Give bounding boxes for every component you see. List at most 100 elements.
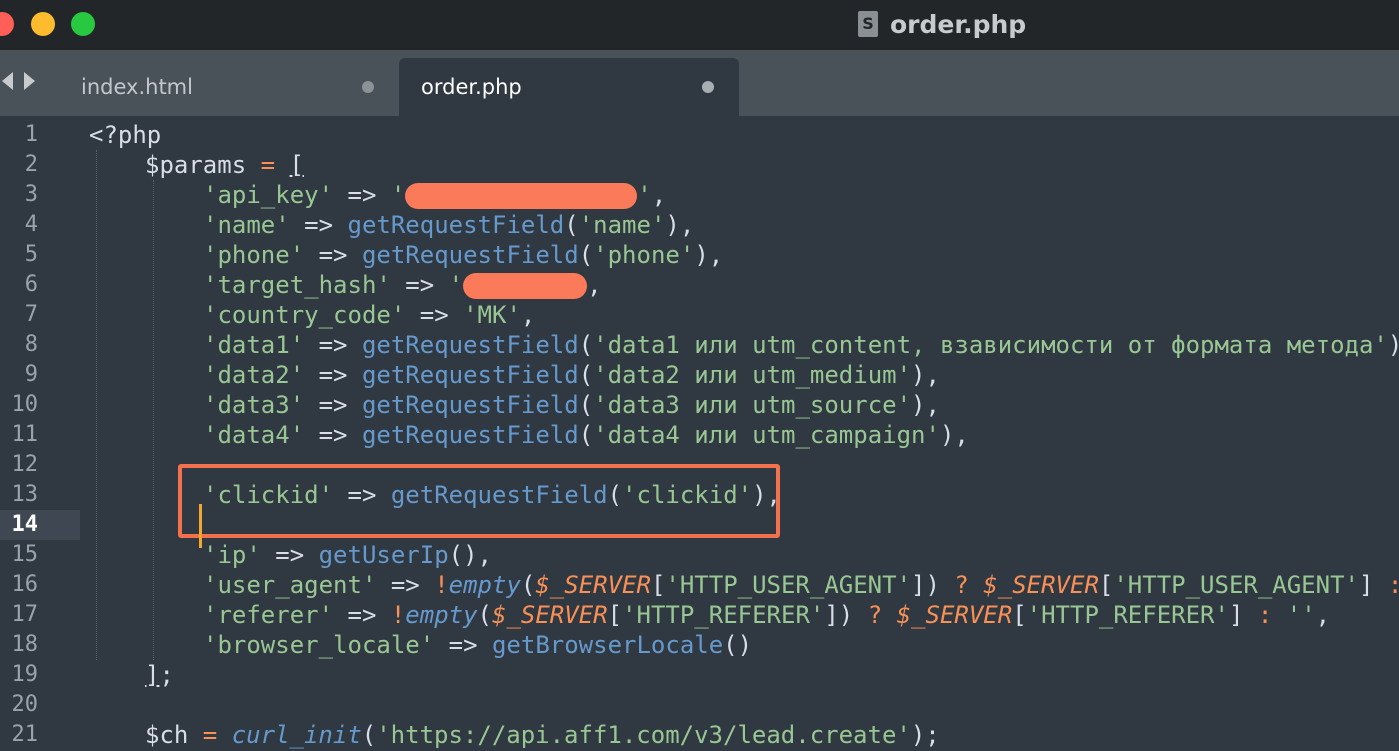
string: 'referer' xyxy=(203,601,334,629)
title-bar: S order.php xyxy=(0,0,1399,50)
code-line[interactable]: <?php xyxy=(89,120,161,150)
redaction-mark xyxy=(463,273,588,299)
function: getRequestField xyxy=(347,211,565,239)
function: getRequestField xyxy=(361,421,579,449)
minimize-button[interactable] xyxy=(31,12,55,36)
string: 'data3 или utm_source' xyxy=(593,391,912,419)
string: 'browser_locale' xyxy=(203,631,435,659)
code-line[interactable]: ]; xyxy=(145,660,174,690)
code-line[interactable]: 'phone' => getRequestField('phone'), xyxy=(203,240,723,270)
unsaved-dot-icon[interactable] xyxy=(362,81,374,93)
operator: => xyxy=(304,241,362,269)
code-line[interactable]: $params = [ xyxy=(145,150,304,180)
function: getBrowserLocale xyxy=(491,631,724,659)
string: 'data2 или utm_medium' xyxy=(593,361,912,389)
close-button[interactable] xyxy=(0,12,14,36)
superglobal: $_SERVER xyxy=(983,571,1099,599)
code-line[interactable]: 'data2' => getRequestField('data2 или ut… xyxy=(203,360,940,390)
string: ' xyxy=(390,181,406,209)
superglobal: $_SERVER xyxy=(492,601,608,629)
operator: ? xyxy=(853,601,897,629)
line-number: 11 xyxy=(11,422,39,447)
code-line[interactable]: 'data3' => getRequestField('data3 или ut… xyxy=(203,390,940,420)
string: 'country_code' xyxy=(203,301,406,329)
tab-back-icon[interactable] xyxy=(2,72,13,90)
operator: => xyxy=(333,181,391,209)
operator: = xyxy=(188,721,232,749)
operator: => xyxy=(304,391,362,419)
line-number: 12 xyxy=(11,452,39,477)
line-number: 15 xyxy=(11,542,39,567)
line-number: 4 xyxy=(24,212,38,237)
line-number: 17 xyxy=(11,602,39,627)
superglobal: $_SERVER xyxy=(535,571,651,599)
string: 'HTTP_REFERER' xyxy=(622,601,825,629)
operator: => xyxy=(405,301,464,329)
line-number: 19 xyxy=(11,662,39,687)
code-line[interactable]: 'user_agent' => !empty($_SERVER['HTTP_US… xyxy=(203,570,1399,600)
operator: => xyxy=(390,271,449,299)
code-line[interactable]: 'browser_locale' => getBrowserLocale() xyxy=(203,630,752,660)
function: getUserIp xyxy=(318,541,449,569)
string: 'user_agent' xyxy=(203,571,377,599)
bracket: ] xyxy=(145,661,160,689)
function: empty xyxy=(448,571,521,599)
string: '' xyxy=(1286,601,1316,629)
line-number: 5 xyxy=(24,242,38,267)
line-number: 16 xyxy=(11,572,39,597)
function: getRequestField xyxy=(361,391,579,419)
operator: => xyxy=(304,421,362,449)
operator: => xyxy=(289,211,348,239)
tab-forward-icon[interactable] xyxy=(24,72,35,90)
line-number: 7 xyxy=(24,302,38,327)
string: 'HTTP_USER_AGENT' xyxy=(1113,571,1359,599)
unsaved-dot-icon[interactable] xyxy=(702,81,714,93)
string: 'HTTP_USER_AGENT' xyxy=(665,571,912,599)
line-number: 21 xyxy=(11,722,39,747)
line-number: 2 xyxy=(24,152,38,177)
string: 'data1 или utm_content, взависимости от … xyxy=(593,331,1388,359)
tab-order-php[interactable]: order.php xyxy=(399,58,739,116)
code-line[interactable]: 'ip' => getUserIp(), xyxy=(203,540,492,570)
string: 'ip' xyxy=(203,541,261,569)
string: 'phone' xyxy=(593,241,695,269)
code-line[interactable]: 'data4' => getRequestField('data4 или ut… xyxy=(203,420,969,450)
code-line[interactable]: 'name' => getRequestField('name'), xyxy=(203,210,694,240)
highlight-annotation-box xyxy=(178,464,780,538)
code-line[interactable]: $ch = curl_init('https://api.aff1.com/v3… xyxy=(145,720,940,750)
operator: = xyxy=(246,151,290,179)
window-title-text: order.php xyxy=(890,9,1027,39)
line-number: 8 xyxy=(24,332,38,357)
line-number: 1 xyxy=(24,122,38,147)
code-line[interactable]: 'country_code' => 'MK', xyxy=(203,300,535,330)
line-number-current: 14 xyxy=(11,512,39,537)
sublime-file-icon: S xyxy=(858,11,878,37)
indent-guide xyxy=(153,180,154,660)
string: 'data3' xyxy=(203,391,305,419)
code-line[interactable]: 'referer' => !empty($_SERVER['HTTP_REFER… xyxy=(203,600,1330,630)
line-number: 13 xyxy=(11,482,39,507)
line-number: 6 xyxy=(24,272,38,297)
string: 'target_hash' xyxy=(203,271,391,299)
string: 'HTTP_REFERER' xyxy=(1026,601,1229,629)
code-line[interactable]: 'target_hash' => ', xyxy=(203,270,602,300)
operator: => xyxy=(434,631,492,659)
code-line[interactable]: 'data1' => getRequestField('data1 или ut… xyxy=(203,330,1399,360)
code-line[interactable]: 'api_key' => ' ', xyxy=(203,180,666,210)
string: 'api_key' xyxy=(203,181,334,209)
tab-index-html[interactable]: index.html xyxy=(60,58,390,116)
indent-guide xyxy=(96,150,97,660)
line-number: 20 xyxy=(11,692,39,717)
code-editor[interactable]: 1 2 3 4 5 6 7 8 9 10 11 12 13 14 15 16 1… xyxy=(0,116,1399,751)
operator: : xyxy=(1373,571,1399,599)
operator: => xyxy=(304,361,362,389)
line-number: 10 xyxy=(11,392,39,417)
bracket: [ xyxy=(289,151,304,179)
tab-label: index.html xyxy=(81,75,193,99)
tab-label: order.php xyxy=(421,75,522,99)
function: getRequestField xyxy=(361,241,579,269)
window-title: S order.php xyxy=(858,6,1026,42)
zoom-button[interactable] xyxy=(71,12,95,36)
string: 'data4' xyxy=(203,421,305,449)
operator: ! xyxy=(390,601,406,629)
